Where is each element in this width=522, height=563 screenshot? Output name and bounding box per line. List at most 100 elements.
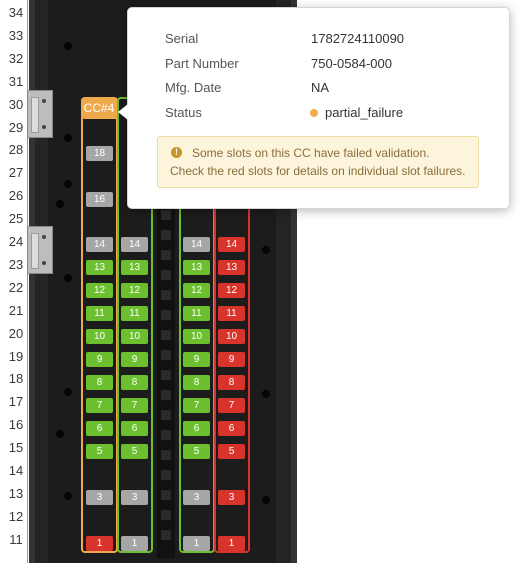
mfg-date-label: Mfg. Date bbox=[165, 80, 222, 95]
cable-port bbox=[161, 530, 171, 540]
slot-11-green[interactable]: 11 bbox=[86, 306, 113, 321]
slot-11-green[interactable]: 11 bbox=[121, 306, 148, 321]
rack-unit-label: 17 bbox=[8, 394, 24, 410]
rack-unit-label: 30 bbox=[8, 96, 24, 112]
slot-3-gray[interactable]: 3 bbox=[183, 490, 210, 505]
rack-hole bbox=[64, 134, 72, 142]
slot-9-green[interactable]: 9 bbox=[86, 352, 113, 367]
rack-unit-label: 16 bbox=[8, 417, 24, 433]
rack-unit-label: 13 bbox=[8, 485, 24, 501]
slot-1-red[interactable]: 1 bbox=[218, 536, 245, 551]
slot-8-green[interactable]: 8 bbox=[86, 375, 113, 390]
slot-6-green[interactable]: 6 bbox=[183, 421, 210, 436]
slot-8-green[interactable]: 8 bbox=[121, 375, 148, 390]
slot-9-red[interactable]: 9 bbox=[218, 352, 245, 367]
rack-unit-label: 22 bbox=[8, 279, 24, 295]
cc-label-tab[interactable]: CC#4 bbox=[81, 97, 117, 119]
slot-14-gray[interactable]: 14 bbox=[86, 237, 113, 252]
slot-7-green[interactable]: 7 bbox=[121, 398, 148, 413]
slot-3-red[interactable]: 3 bbox=[218, 490, 245, 505]
slot-10-green[interactable]: 10 bbox=[183, 329, 210, 344]
slot-12-green[interactable]: 12 bbox=[86, 283, 113, 298]
slot-5-green[interactable]: 5 bbox=[183, 444, 210, 459]
slot-18-gray[interactable]: 18 bbox=[86, 146, 113, 161]
slot-5-green[interactable]: 5 bbox=[121, 444, 148, 459]
cable-port bbox=[161, 450, 171, 460]
slot-9-green[interactable]: 9 bbox=[121, 352, 148, 367]
rack-hole bbox=[64, 388, 72, 396]
ruler-divider bbox=[27, 0, 28, 563]
rack-unit-label: 26 bbox=[8, 188, 24, 204]
slot-6-green[interactable]: 6 bbox=[86, 421, 113, 436]
slot-3-gray[interactable]: 3 bbox=[86, 490, 113, 505]
status-value: partial_failure bbox=[325, 105, 404, 120]
cc-frame-selected[interactable] bbox=[81, 97, 118, 553]
slot-7-green[interactable]: 7 bbox=[183, 398, 210, 413]
slot-8-green[interactable]: 8 bbox=[183, 375, 210, 390]
rack-hinge-lower bbox=[27, 226, 53, 274]
cable-port bbox=[161, 510, 171, 520]
rack-hole bbox=[64, 492, 72, 500]
slot-12-green[interactable]: 12 bbox=[121, 283, 148, 298]
slot-11-green[interactable]: 11 bbox=[183, 306, 210, 321]
rack-unit-label: 12 bbox=[8, 508, 24, 524]
slot-12-green[interactable]: 12 bbox=[183, 283, 210, 298]
rack-unit-label: 24 bbox=[8, 234, 24, 249]
slot-5-red[interactable]: 5 bbox=[218, 444, 245, 459]
mfg-date-value: NA bbox=[311, 80, 330, 95]
slot-13-red[interactable]: 13 bbox=[218, 260, 245, 275]
rack-unit-label: 23 bbox=[8, 256, 24, 272]
cable-port bbox=[161, 250, 171, 260]
slot-11-red[interactable]: 11 bbox=[218, 306, 245, 321]
slot-16-gray[interactable]: 16 bbox=[86, 192, 113, 207]
rack-unit-label: 33 bbox=[8, 27, 24, 43]
slot-7-red[interactable]: 7 bbox=[218, 398, 245, 413]
slot-10-green[interactable]: 10 bbox=[86, 329, 113, 344]
slot-1-gray[interactable]: 1 bbox=[183, 536, 210, 551]
slot-13-green[interactable]: 13 bbox=[86, 260, 113, 275]
cable-port bbox=[161, 370, 171, 380]
rack-unit-label: 14 bbox=[8, 463, 24, 478]
cable-port bbox=[161, 210, 171, 220]
slot-14-gray[interactable]: 14 bbox=[183, 237, 210, 252]
slot-14-red[interactable]: 14 bbox=[218, 237, 245, 252]
serial-label: Serial bbox=[165, 31, 199, 46]
slot-10-green[interactable]: 10 bbox=[121, 329, 148, 344]
cable-port bbox=[161, 490, 171, 500]
cable-port bbox=[161, 310, 171, 320]
slot-6-green[interactable]: 6 bbox=[121, 421, 148, 436]
slot-1-gray[interactable]: 1 bbox=[121, 536, 148, 551]
status-label: Status bbox=[165, 105, 202, 120]
warning-message: ! Some slots on this CC have failed vali… bbox=[157, 136, 479, 188]
cable-port bbox=[161, 430, 171, 440]
rack-hole bbox=[262, 246, 270, 254]
slot-10-red[interactable]: 10 bbox=[218, 329, 245, 344]
warning-line-1: Some slots on this CC have failed valida… bbox=[192, 146, 430, 160]
slot-1-red[interactable]: 1 bbox=[86, 536, 113, 551]
rack-hole bbox=[262, 496, 270, 504]
status-indicator-icon bbox=[310, 109, 318, 117]
cable-port bbox=[161, 350, 171, 360]
rack-unit-label: 31 bbox=[8, 73, 24, 89]
rack-unit-label: 28 bbox=[8, 142, 24, 158]
cable-port bbox=[161, 470, 171, 480]
cable-port bbox=[161, 270, 171, 280]
slot-8-red[interactable]: 8 bbox=[218, 375, 245, 390]
slot-3-gray[interactable]: 3 bbox=[121, 490, 148, 505]
slot-5-green[interactable]: 5 bbox=[86, 444, 113, 459]
rack-hole bbox=[64, 42, 72, 50]
slot-9-green[interactable]: 9 bbox=[183, 352, 210, 367]
slot-14-gray[interactable]: 14 bbox=[121, 237, 148, 252]
slot-13-green[interactable]: 13 bbox=[121, 260, 148, 275]
rack-unit-label: 29 bbox=[8, 119, 24, 135]
slot-13-green[interactable]: 13 bbox=[183, 260, 210, 275]
part-number-label: Part Number bbox=[165, 56, 239, 71]
serial-value: 1782724110090 bbox=[311, 31, 405, 46]
tooltip-pointer bbox=[118, 104, 128, 120]
rack-unit-label: 25 bbox=[8, 211, 24, 227]
slot-7-green[interactable]: 7 bbox=[86, 398, 113, 413]
rack-unit-label: 21 bbox=[8, 302, 24, 318]
slot-6-red[interactable]: 6 bbox=[218, 421, 245, 436]
slot-12-red[interactable]: 12 bbox=[218, 283, 245, 298]
rack-hole bbox=[56, 430, 64, 438]
